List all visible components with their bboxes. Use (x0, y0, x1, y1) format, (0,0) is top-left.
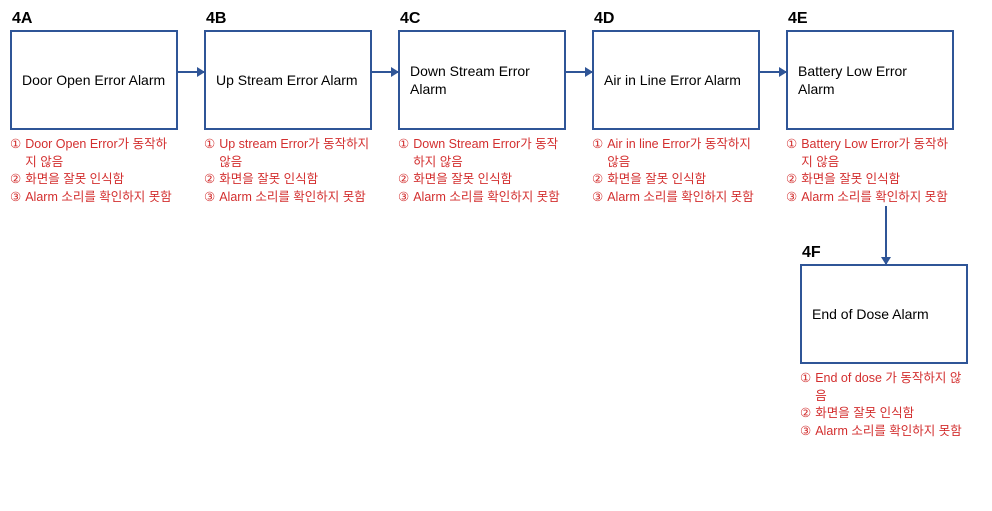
arrow-right-icon (566, 71, 592, 73)
arrow-right-icon (372, 71, 398, 73)
note-text: Alarm 소리를 확인하지 못함 (801, 189, 954, 207)
note-text: Air in line Error가 동작하지 않음 (607, 136, 760, 171)
node-label-4c: 4C (398, 10, 566, 28)
note-text: Alarm 소리를 확인하지 못함 (607, 189, 760, 207)
note-text: Battery Low Error가 동작하지 않음 (801, 136, 954, 171)
note-text: Alarm 소리를 확인하지 못함 (413, 189, 566, 207)
node-4d: 4D Air in Line Error Alarm ①Air in line … (592, 10, 760, 206)
note-marker: ③ (592, 189, 603, 207)
note-marker: ③ (10, 189, 21, 207)
diagram-row-1: 4A Door Open Error Alarm ①Door Open Erro… (10, 10, 982, 206)
note-marker: ③ (786, 189, 797, 207)
node-label-4b: 4B (204, 10, 372, 28)
node-label-4e: 4E (786, 10, 954, 28)
note-text: Down Stream Error가 동작하지 않음 (413, 136, 566, 171)
node-label-4d: 4D (592, 10, 760, 28)
node-box-4d: Air in Line Error Alarm (592, 30, 760, 130)
note-marker: ① (204, 136, 215, 154)
note-marker: ② (592, 171, 603, 189)
node-4c: 4C Down Stream Error Alarm ①Down Stream … (398, 10, 566, 206)
arrow-right-icon (178, 71, 204, 73)
note-marker: ① (800, 370, 811, 388)
node-box-4a: Door Open Error Alarm (10, 30, 178, 130)
note-text: Alarm 소리를 확인하지 못함 (25, 189, 178, 207)
node-label-4f: 4F (800, 244, 885, 262)
node-notes-4d: ①Air in line Error가 동작하지 않음 ②화면을 잘못 인식함 … (592, 136, 760, 206)
diagram-row-2: 4F End of Dose Alarm ①End of dose 가 동작하지… (10, 206, 982, 440)
note-text: 화면을 잘못 인식함 (801, 171, 954, 189)
note-text: 화면을 잘못 인식함 (607, 171, 760, 189)
note-text: 화면을 잘못 인식함 (219, 171, 372, 189)
note-marker: ① (592, 136, 603, 154)
arrow-down-icon (885, 206, 887, 264)
arrow-b-c (372, 10, 398, 134)
node-box-4b: Up Stream Error Alarm (204, 30, 372, 130)
arrow-a-b (178, 10, 204, 134)
node-notes-4e: ①Battery Low Error가 동작하지 않음 ②화면을 잘못 인식함 … (786, 136, 954, 206)
note-marker: ③ (398, 189, 409, 207)
note-text: 화면을 잘못 인식함 (815, 405, 968, 423)
node-box-4c: Down Stream Error Alarm (398, 30, 566, 130)
note-text: Door Open Error가 동작하지 않음 (25, 136, 178, 171)
node-notes-4f: ①End of dose 가 동작하지 않음 ②화면을 잘못 인식함 ③Alar… (800, 370, 968, 440)
note-marker: ③ (800, 423, 811, 441)
note-text: Up stream Error가 동작하지 않음 (219, 136, 372, 171)
note-text: End of dose 가 동작하지 않음 (815, 370, 968, 405)
note-marker: ① (10, 136, 21, 154)
node-notes-4c: ①Down Stream Error가 동작하지 않음 ②화면을 잘못 인식함 … (398, 136, 566, 206)
note-marker: ③ (204, 189, 215, 207)
note-marker: ② (10, 171, 21, 189)
node-label-4a: 4A (10, 10, 178, 28)
node-box-4f: End of Dose Alarm (800, 264, 968, 364)
note-marker: ① (786, 136, 797, 154)
note-text: 화면을 잘못 인식함 (413, 171, 566, 189)
note-marker: ① (398, 136, 409, 154)
node-notes-4a: ①Door Open Error가 동작하지 않음 ②화면을 잘못 인식함 ③A… (10, 136, 178, 206)
arrow-d-e (760, 10, 786, 134)
note-marker: ② (398, 171, 409, 189)
note-text: Alarm 소리를 확인하지 못함 (219, 189, 372, 207)
note-text: Alarm 소리를 확인하지 못함 (815, 423, 968, 441)
connector-e-f: 4F End of Dose Alarm ①End of dose 가 동작하지… (800, 206, 968, 440)
node-box-4e: Battery Low Error Alarm (786, 30, 954, 130)
node-4b: 4B Up Stream Error Alarm ①Up stream Erro… (204, 10, 372, 206)
note-marker: ② (204, 171, 215, 189)
node-4e: 4E Battery Low Error Alarm ①Battery Low … (786, 10, 954, 206)
node-notes-4b: ①Up stream Error가 동작하지 않음 ②화면을 잘못 인식함 ③A… (204, 136, 372, 206)
node-4a: 4A Door Open Error Alarm ①Door Open Erro… (10, 10, 178, 206)
note-marker: ② (800, 405, 811, 423)
note-text: 화면을 잘못 인식함 (25, 171, 178, 189)
note-marker: ② (786, 171, 797, 189)
arrow-c-d (566, 10, 592, 134)
arrow-right-icon (760, 71, 786, 73)
node-4f: End of Dose Alarm ①End of dose 가 동작하지 않음… (800, 264, 968, 440)
